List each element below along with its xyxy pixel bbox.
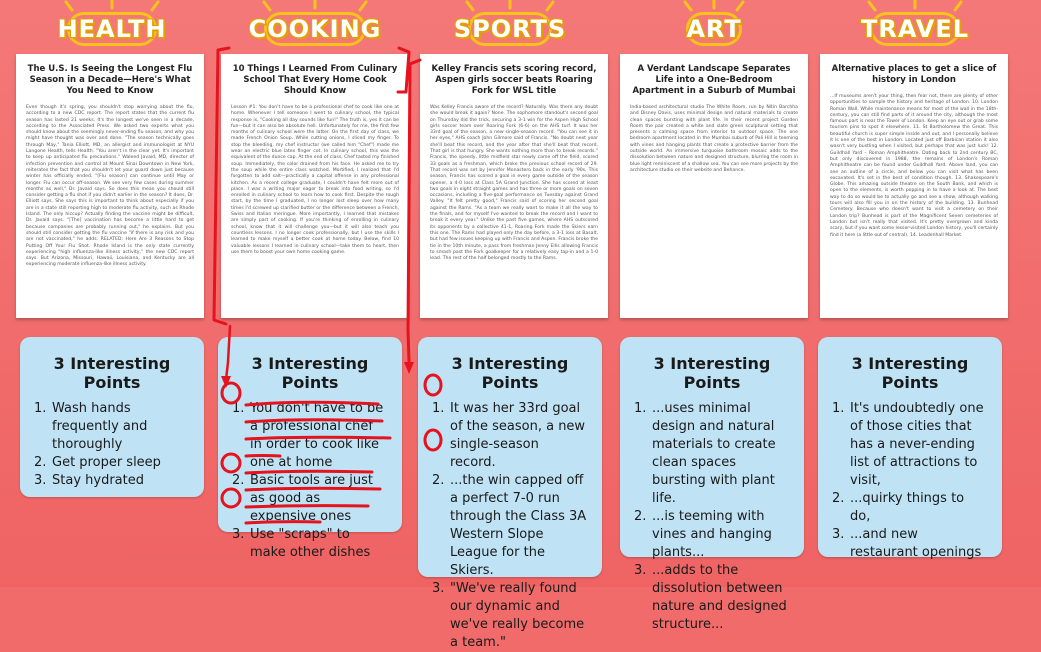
list-item: 1. You don't have to be a professional ch… bbox=[232, 401, 384, 470]
category-health: HEALTH bbox=[58, 8, 166, 50]
points-list: 1. It's undoubtedly one of those cities t… bbox=[832, 400, 988, 562]
list-item: 2. Get proper sleep bbox=[34, 455, 161, 470]
category-travel: TRAVEL bbox=[861, 8, 968, 50]
list-item: 2. ...is teeming with vines and hanging p… bbox=[634, 509, 772, 560]
article-body: ...If museums aren't your thing, then fe… bbox=[830, 94, 998, 238]
list-item: 3. ...and new restaurant openings bbox=[832, 527, 982, 560]
points-box-travel: 3 Interesting Points 1. It's undoubtedly … bbox=[818, 337, 1002, 560]
points-box-sports: 3 Interesting Points 1. It was her 33rd g… bbox=[418, 337, 602, 650]
article-body: Lesson #1: You don't have to be a profes… bbox=[231, 105, 399, 255]
article-health: The U.S. Is Seeing the Longest Flu Seaso… bbox=[16, 54, 204, 318]
article-title: Kelley Francis sets scoring record, Aspe… bbox=[431, 64, 597, 96]
article-title: 10 Things I Learned From Culinary School… bbox=[232, 64, 398, 96]
category-label: HEALTH bbox=[57, 15, 167, 43]
list-item: 1. It's undoubtedly one of those cities t… bbox=[832, 401, 984, 488]
list-item: 1. It was her 33rd goal of the season, a … bbox=[432, 401, 586, 470]
list-item: 1. ...uses minimal design and natural mat… bbox=[634, 401, 776, 506]
list-item: 1. Wash hands frequently and thoroughly bbox=[34, 401, 148, 452]
article-title: The U.S. Is Seeing the Longest Flu Seaso… bbox=[27, 64, 193, 96]
category-art: ART bbox=[686, 8, 742, 50]
points-heading: 3 Interesting Points bbox=[251, 354, 369, 392]
article-body: Was Kelley Francis aware of the record? … bbox=[430, 105, 598, 262]
article-art: A Verdant Landscape Separates Life into … bbox=[620, 54, 808, 318]
category-label: TRAVEL bbox=[860, 15, 970, 43]
points-list: 1. Wash hands frequently and thoroughly 2… bbox=[34, 400, 190, 490]
points-box-health: 3 Interesting Points 1. Wash hands freque… bbox=[20, 337, 204, 497]
article-travel: Alternative places to get a slice of his… bbox=[820, 54, 1008, 318]
list-item: 2. Basic tools are just as good as expens… bbox=[232, 473, 373, 524]
list-item: 3. "We've really found our dynamic and we… bbox=[432, 581, 585, 650]
category-sports: SPORTS bbox=[454, 8, 565, 50]
category-cooking: COOKING bbox=[249, 8, 381, 50]
list-item: 2. ...the win capped off a perfect 7-0 ru… bbox=[432, 473, 587, 578]
category-label: COOKING bbox=[248, 15, 382, 43]
points-heading: 3 Interesting Points bbox=[53, 354, 171, 392]
list-item: 3. Stay hydrated bbox=[34, 473, 144, 488]
points-heading: 3 Interesting Points bbox=[451, 354, 569, 392]
points-list: 1. You don't have to be a professional ch… bbox=[232, 400, 388, 562]
article-cooking: 10 Things I Learned From Culinary School… bbox=[221, 54, 409, 318]
article-body: Even though it's spring, you shouldn't s… bbox=[26, 105, 194, 268]
points-heading: 3 Interesting Points bbox=[851, 354, 969, 392]
list-item: 3. Use "scraps" to make other dishes bbox=[232, 527, 371, 560]
article-title: A Verdant Landscape Separates Life into … bbox=[632, 64, 796, 96]
points-box-cooking: 3 Interesting Points 1. You don't have to… bbox=[218, 337, 402, 560]
category-label: ART bbox=[686, 15, 742, 43]
points-heading: 3 Interesting Points bbox=[653, 354, 771, 392]
article-title: Alternative places to get a slice of his… bbox=[831, 64, 997, 85]
list-item: 2. ...quirky things to do, bbox=[832, 491, 965, 524]
category-label: SPORTS bbox=[453, 15, 567, 43]
points-list: 1. It was her 33rd goal of the season, a … bbox=[432, 400, 588, 652]
article-body: India-based architectural studio The Whi… bbox=[630, 105, 798, 173]
points-box-art: 3 Interesting Points 1. ...uses minimal d… bbox=[620, 337, 804, 632]
list-item: 3. ...adds to the dissolution between nat… bbox=[634, 563, 787, 632]
article-sports: Kelley Francis sets scoring record, Aspe… bbox=[420, 54, 608, 318]
points-list: 1. ...uses minimal design and natural mat… bbox=[634, 400, 790, 634]
